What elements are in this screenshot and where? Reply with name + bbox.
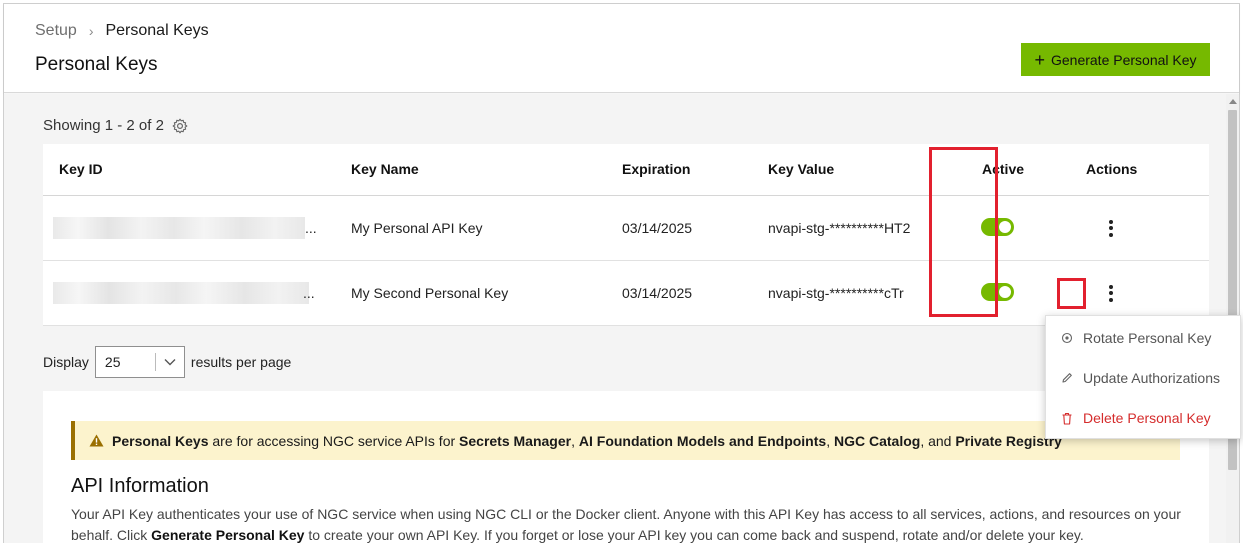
page-size-value: 25	[104, 354, 121, 370]
col-actions: Actions	[1086, 161, 1138, 177]
generate-personal-key-label: Generate Personal Key	[1050, 51, 1197, 68]
menu-item-rotate-personal-key[interactable]: Rotate Personal Key	[1046, 318, 1242, 358]
generate-personal-key-button[interactable]: + Generate Personal Key	[1021, 43, 1210, 76]
menu-item-update-authorizations[interactable]: Update Authorizations	[1046, 358, 1242, 398]
active-column-highlight	[929, 147, 998, 317]
breadcrumb-setup-link[interactable]: Setup	[35, 22, 77, 40]
display-label: Display	[43, 354, 89, 370]
breadcrumb-current: Personal Keys	[105, 22, 209, 39]
main-content: Showing 1 - 2 of 2 Key ID Key Name Expir…	[4, 94, 1226, 543]
info-panel: Personal Keys are for accessing NGC serv…	[43, 391, 1209, 543]
showing-text: Showing 1 - 2 of 2	[43, 117, 164, 134]
chevron-down-icon	[156, 358, 184, 366]
table-row: ... My Second Personal Key 03/14/2025 nv…	[43, 261, 1209, 326]
gear-icon[interactable]	[172, 118, 188, 134]
col-key-name[interactable]: Key Name	[351, 161, 419, 177]
key-name: My Second Personal Key	[351, 285, 509, 301]
key-id-ellipsis: ...	[303, 285, 315, 301]
key-name: My Personal API Key	[351, 220, 483, 236]
key-id-ellipsis: ...	[305, 220, 317, 236]
table-header: Key ID Key Name Expiration Key Value Act…	[43, 144, 1209, 196]
expiration: 03/14/2025	[622, 220, 693, 236]
app-window: Setup › Personal Keys Personal Keys + Ge…	[3, 3, 1241, 543]
personal-keys-table: Key ID Key Name Expiration Key Value Act…	[43, 144, 1209, 326]
api-info-text: Your API Key authenticates your use of N…	[71, 506, 1181, 543]
row-actions-kebab-icon[interactable]	[1101, 216, 1121, 240]
col-key-id[interactable]: Key ID	[59, 161, 103, 177]
notice-text: Personal Keys are for accessing NGC serv…	[112, 432, 1062, 449]
breadcrumb: Setup › Personal Keys	[35, 22, 209, 40]
key-value: nvapi-stg-**********HT2	[768, 220, 911, 236]
page-header: Setup › Personal Keys Personal Keys + Ge…	[4, 4, 1239, 93]
page-size-control: Display 25 results per page	[43, 346, 291, 378]
rotate-icon	[1060, 331, 1074, 345]
warning-icon	[89, 434, 104, 447]
scroll-up-arrow-icon[interactable]	[1229, 99, 1237, 104]
key-value: nvapi-stg-**********cTr	[768, 285, 904, 301]
redacted-key-id	[53, 282, 309, 304]
pencil-icon	[1060, 371, 1074, 385]
row-actions-kebab-icon[interactable]	[1101, 281, 1121, 305]
trash-icon	[1060, 411, 1074, 425]
results-per-page-label: results per page	[190, 354, 292, 370]
actions-kebab-highlight	[1057, 278, 1086, 309]
results-summary: Showing 1 - 2 of 2	[43, 117, 188, 134]
col-key-value[interactable]: Key Value	[768, 161, 834, 177]
breadcrumb-separator: ›	[88, 23, 94, 39]
menu-item-delete-personal-key[interactable]: Delete Personal Key	[1046, 398, 1242, 438]
page-title: Personal Keys	[35, 54, 158, 75]
warning-notice: Personal Keys are for accessing NGC serv…	[71, 421, 1180, 460]
row-actions-menu: Rotate Personal Key Update Authorization…	[1045, 315, 1241, 439]
table-row: ... My Personal API Key 03/14/2025 nvapi…	[43, 196, 1209, 261]
expiration: 03/14/2025	[622, 285, 693, 301]
plus-icon: +	[1034, 49, 1045, 70]
page-size-select[interactable]: 25	[94, 346, 185, 378]
api-info-title: API Information	[71, 475, 209, 497]
redacted-key-id	[53, 217, 305, 239]
col-expiration[interactable]: Expiration	[622, 161, 690, 177]
